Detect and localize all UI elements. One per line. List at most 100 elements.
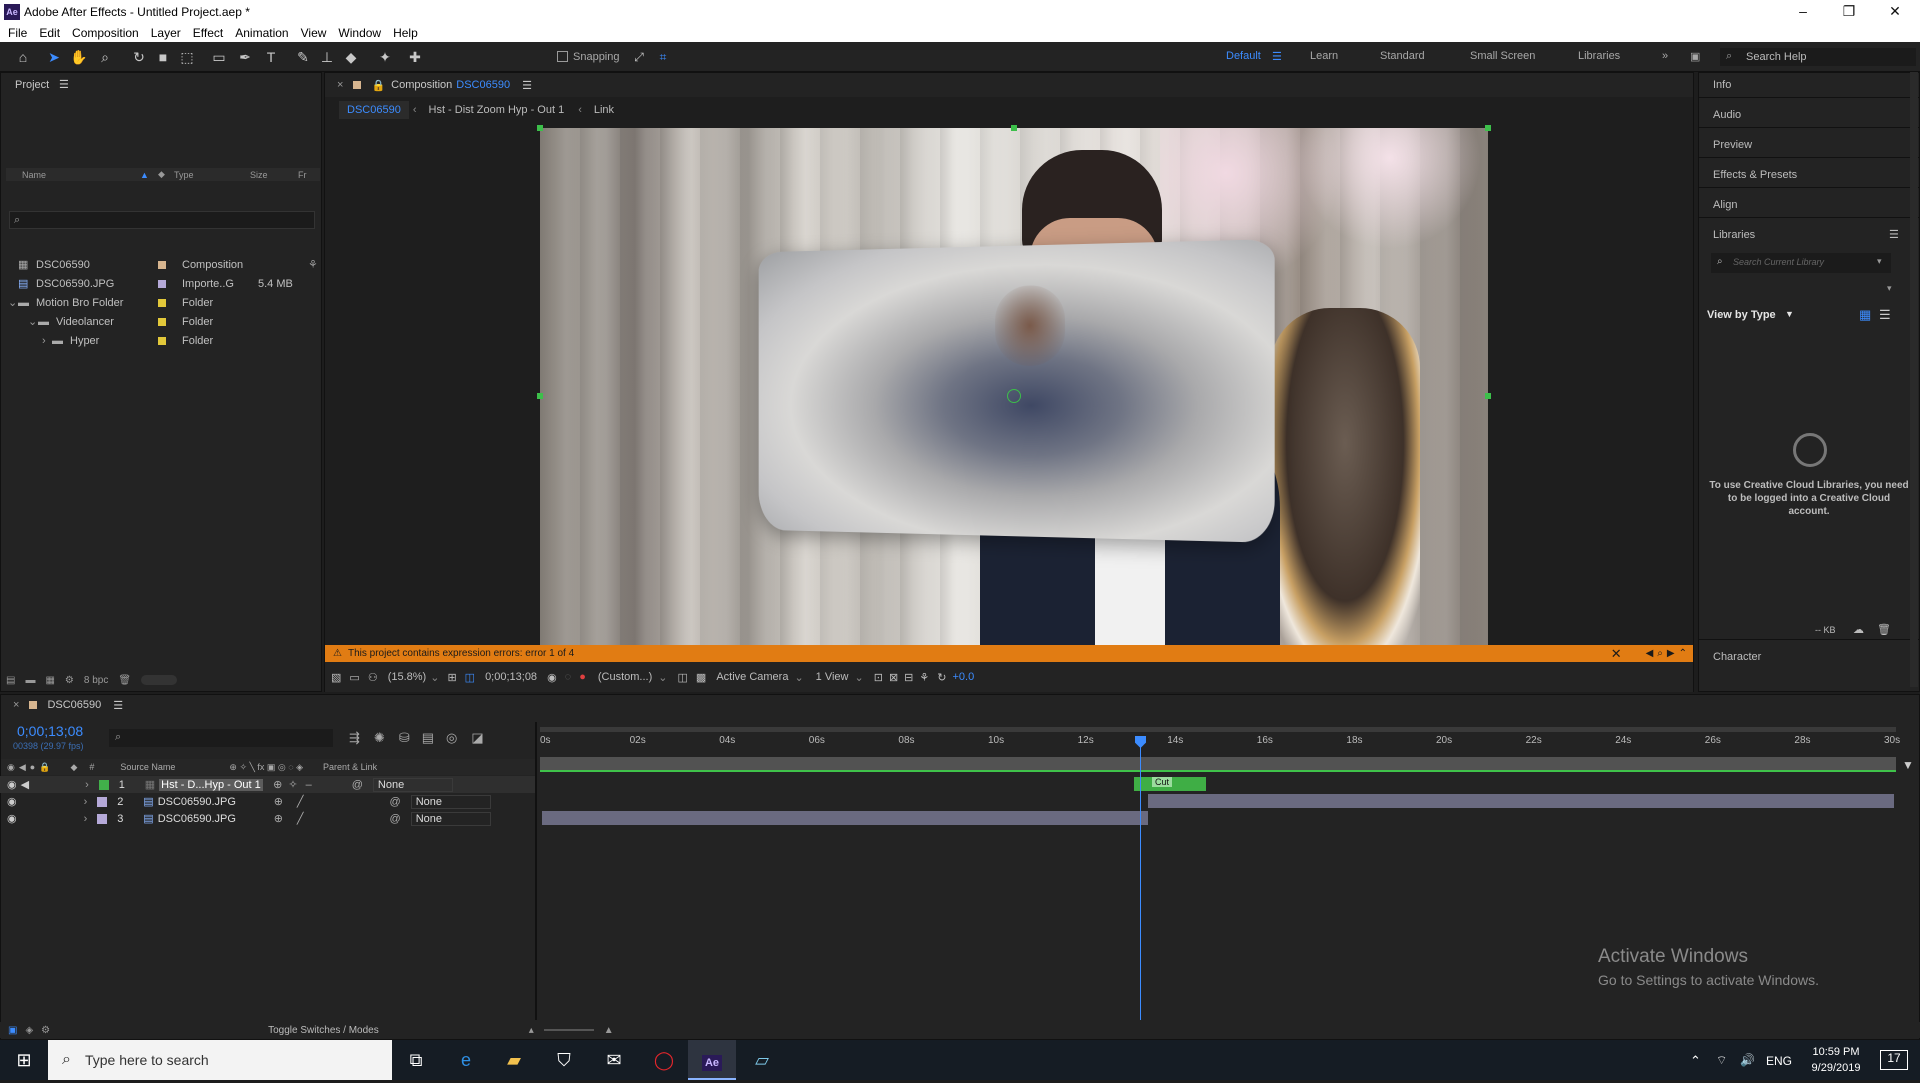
label-color-swatch[interactable] [158, 280, 166, 288]
source-name-header[interactable]: Source Name [120, 762, 175, 772]
quality-icon[interactable]: ╱ [297, 795, 304, 808]
disclosure-expanded-icon[interactable]: ⌄ [28, 315, 38, 328]
after-effects-taskbar-icon[interactable]: Ae [688, 1040, 736, 1080]
view-layout-dropdown[interactable]: 1 View [816, 671, 849, 683]
home-icon[interactable]: ⌂ [12, 46, 34, 68]
puppet-pin-tool-icon[interactable]: ✚ [404, 46, 426, 68]
panel-character[interactable]: Character [1713, 651, 1761, 663]
language-indicator[interactable]: ENG [1766, 1054, 1792, 1068]
timeline-current-time[interactable]: 0;00;13;08 [17, 723, 83, 739]
project-item[interactable]: › ▬ Hyper Folder [6, 331, 320, 350]
camera-snapshot-icon[interactable]: ◉ [547, 671, 557, 684]
thumbnail-slider[interactable] [141, 675, 177, 685]
file-explorer-icon[interactable]: ▰ [490, 1040, 538, 1080]
sort-ascending-icon[interactable]: ▲ [140, 170, 158, 180]
shy-layers-icon[interactable]: ⛁ [399, 730, 410, 746]
comp-button-icon[interactable]: ▼ [1902, 758, 1916, 772]
menu-animation[interactable]: Animation [235, 26, 288, 40]
collapse-transform-icon[interactable]: ⊕ [274, 812, 283, 825]
chevron-down-icon[interactable]: ⌄ [794, 671, 803, 684]
work-area-bar[interactable] [540, 727, 1896, 732]
workspace-default[interactable]: Default [1226, 50, 1261, 62]
edge-browser-icon[interactable]: e [442, 1040, 490, 1080]
parent-dropdown[interactable]: None [411, 812, 491, 826]
parent-pickwhip-icon[interactable]: @ [352, 779, 363, 791]
clock-date[interactable]: 9/29/2019 [1800, 1062, 1872, 1074]
panel-libraries[interactable]: Libraries [1713, 229, 1755, 241]
chevron-down-icon[interactable]: ⌄ [658, 671, 667, 684]
toggle-pixel-aspect-icon[interactable]: ⊡ [874, 671, 883, 684]
selection-tool-icon[interactable]: ➤ [43, 46, 65, 68]
zoom-tool-icon[interactable]: ⌕ [94, 46, 116, 68]
parent-dropdown[interactable]: None [411, 795, 491, 809]
glasses-icon[interactable]: ⚇ [368, 671, 378, 684]
color-channels-icon[interactable]: ● [579, 671, 586, 683]
transform-handle[interactable] [1485, 125, 1491, 131]
transfer-controls-icon[interactable]: ◈ [25, 1025, 33, 1036]
project-item[interactable]: ▦ DSC06590 Composition ⚘ [6, 255, 320, 274]
quality-icon[interactable]: ╱ [297, 812, 304, 825]
project-item[interactable]: ⌄ ▬ Videolancer Folder [6, 312, 320, 331]
layer-1-bar[interactable]: Cut [1134, 777, 1206, 791]
label-column-icon[interactable]: ◆ [158, 169, 174, 180]
quality-icon[interactable]: ✧ [288, 778, 297, 791]
libraries-menu-icon[interactable]: ☰ [1889, 228, 1899, 241]
transform-handle[interactable] [1485, 393, 1491, 399]
workspace-menu-icon[interactable]: ☰ [1272, 50, 1282, 63]
parent-pickwhip-icon[interactable]: @ [390, 796, 401, 808]
sync-settings-icon[interactable]: ▣ [1690, 50, 1700, 63]
breadcrumb-item[interactable]: DSC06590 [339, 101, 409, 119]
show-hidden-icons[interactable]: ⌃ [1690, 1053, 1701, 1069]
parent-dropdown[interactable]: None [373, 778, 453, 792]
disclosure-expanded-icon[interactable]: ⌄ [8, 296, 18, 309]
notification-center-icon[interactable]: 17 [1880, 1050, 1908, 1070]
column-name[interactable]: Name [22, 170, 140, 180]
column-type[interactable]: Type [174, 170, 250, 180]
type-tool-icon[interactable]: T [260, 46, 282, 68]
audio-toggle-icon[interactable]: ◀ [19, 762, 26, 773]
timeline-search-input[interactable]: ⌕ [109, 729, 333, 747]
viewer-timecode[interactable]: 0;00;13;08 [485, 671, 537, 683]
project-search-input[interactable]: ⌕ [9, 211, 315, 229]
audio-icon[interactable]: ◀ [21, 778, 29, 791]
view-by-type-dropdown[interactable]: View by Type [1707, 309, 1776, 321]
volume-icon[interactable]: 🔊 [1740, 1053, 1755, 1067]
zoom-out-icon[interactable]: ▴ [529, 1025, 534, 1036]
more-workspaces-icon[interactable]: » [1662, 50, 1668, 62]
label-color-swatch[interactable] [158, 318, 166, 326]
adjust-settings-icon[interactable]: ⚙ [65, 675, 74, 686]
parent-link-header[interactable]: Parent & Link [323, 762, 377, 772]
transform-handle[interactable] [537, 393, 543, 399]
library-search-input[interactable]: ⌕ Search Current Library ▾ [1711, 253, 1891, 273]
restore-button[interactable]: ❐ [1826, 0, 1872, 24]
layer-switches-icon[interactable]: ▣ [8, 1025, 17, 1036]
column-size[interactable]: Size [250, 170, 298, 180]
transform-handle[interactable] [537, 125, 543, 131]
panel-effects-presets[interactable]: Effects & Presets [1713, 169, 1797, 181]
new-folder-icon[interactable]: ▬ [25, 675, 35, 686]
fast-previews-icon[interactable]: ⊠ [889, 671, 898, 684]
chevron-down-icon[interactable]: ⌄ [430, 671, 439, 684]
mail-icon[interactable]: ✉ [590, 1040, 638, 1080]
expand-layer-icon[interactable]: › [84, 813, 88, 825]
snapping-checkbox[interactable] [557, 51, 568, 62]
lock-icon[interactable]: 🔒 [371, 79, 385, 92]
motion-blur-icon[interactable]: ◎ [446, 730, 457, 746]
label-color-swatch[interactable] [158, 261, 166, 269]
menu-effect[interactable]: Effect [193, 26, 223, 40]
workspace-learn[interactable]: Learn [1310, 50, 1338, 62]
search-help-field[interactable]: ⌕ Search Help [1720, 48, 1916, 66]
graph-editor-icon[interactable]: ◪ [471, 730, 483, 746]
breadcrumb-item[interactable]: Link [594, 104, 614, 116]
next-error-icon[interactable]: ▶ [1667, 648, 1675, 659]
interpret-footage-icon[interactable]: ▤ [6, 675, 15, 686]
draft-3d-icon[interactable]: ✺ [374, 730, 385, 746]
menu-window[interactable]: Window [338, 26, 381, 40]
opera-browser-icon[interactable]: ◯ [640, 1040, 688, 1080]
collapse-error-icon[interactable]: ⌃ [1679, 648, 1687, 659]
disclosure-collapsed-icon[interactable]: › [42, 335, 52, 347]
eraser-tool-icon[interactable]: ◆ [340, 46, 362, 68]
project-tab[interactable]: Project [15, 79, 49, 91]
zoom-dropdown[interactable]: (15.8%) [388, 671, 427, 683]
task-view-icon[interactable]: ⧉ [392, 1040, 440, 1080]
